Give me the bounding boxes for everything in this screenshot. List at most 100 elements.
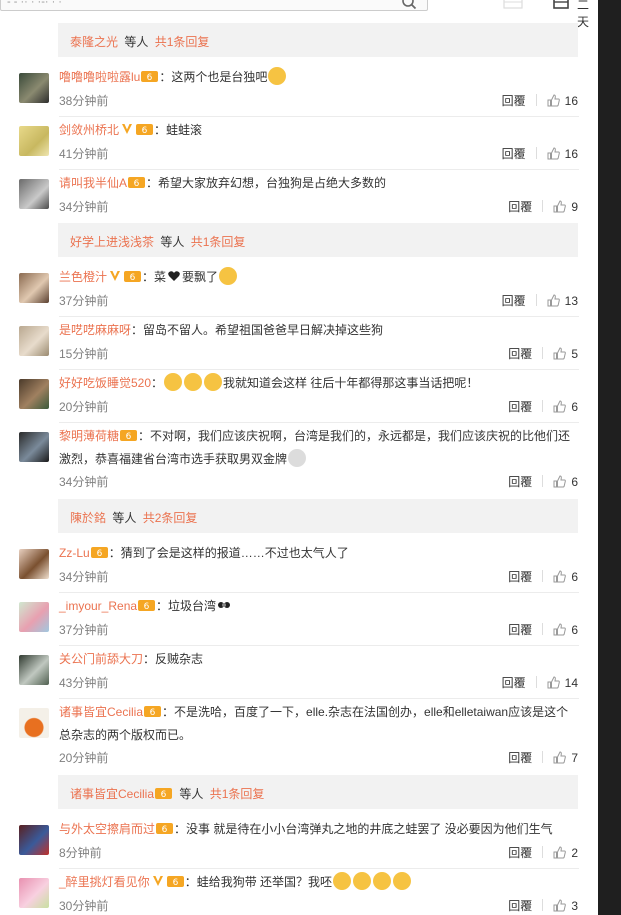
like-icon[interactable] [553,475,567,488]
reply-bar-user[interactable]: 好学上进浅浅茶 [70,235,154,249]
reply-button[interactable]: 回覆 [508,347,532,361]
search-icon[interactable] [401,0,417,10]
like-icon[interactable] [553,846,567,859]
comment-user[interactable]: 好好吃饭睡觉520 [59,376,151,390]
reply-button[interactable]: 回覆 [502,294,526,308]
comment-user[interactable]: 请叫我半仙A [59,176,127,190]
reply-bar-count[interactable]: 共2条回复 [143,511,198,525]
comment-user[interactable]: 剑敛州桥北 [59,123,119,137]
reply-button[interactable]: 回覆 [508,899,532,913]
action-divider [542,570,544,582]
reply-bar-count[interactable]: 共1条回复 [155,35,210,49]
reply-button[interactable]: 回覆 [508,846,532,860]
comment-text-continued: 要飘了 [182,270,219,284]
comment-item: 关公门前舔大刀：反贼杂志 43分钟前 回覆 14 [0,648,598,699]
home-icon[interactable] [551,0,571,10]
comment-user[interactable]: 噜噜噜啦啦露lu [59,70,140,84]
comment-user[interactable]: Zz-Lu [59,546,90,560]
like-icon[interactable] [553,200,567,213]
comment-user[interactable]: 是呓呓麻麻呀 [59,323,131,337]
comment-feed: - - ·· · ·-· · · 二天 泰隆之光 等人 共1条回复 噜噜噜啦啦露… [0,0,598,915]
like-icon[interactable] [553,623,567,636]
search-input[interactable]: - - ·· · ·-· · · [0,0,428,11]
reply-bar-count[interactable]: 共1条回复 [191,235,246,249]
svg-text:6: 6 [134,179,140,189]
top-bar: - - ·· · ·-· · · 二天 [0,0,598,29]
comment-user[interactable]: 黎明薄荷糖 [59,429,119,443]
avatar[interactable] [19,179,49,209]
reply-summary-bar[interactable]: 诸事皆宜Cecilia 6 等人 共1条回复 [58,775,578,809]
comment-divider [59,169,579,170]
svg-text:6: 6 [130,273,136,283]
member-badge-icon: 6 [128,177,146,189]
member-badge-icon: 6 [141,71,159,83]
comment-user[interactable]: 兰色橙汁 [59,270,107,284]
avatar[interactable] [19,655,49,685]
avatar[interactable] [19,708,49,738]
avatar[interactable] [19,602,49,632]
like-count: 9 [571,200,578,214]
avatar[interactable] [19,379,49,409]
svg-text:6: 6 [147,73,153,83]
comment-user[interactable]: _imyour_Rena [59,599,137,613]
reply-button[interactable]: 回覆 [502,147,526,161]
reply-button[interactable]: 回覆 [508,475,532,489]
avatar[interactable] [19,549,49,579]
member-badge-icon: 6 [166,876,184,888]
comment-user[interactable]: _醉里挑灯看见你 [59,875,150,889]
reply-summary-bar[interactable]: 陳於銘 等人 共2条回复 [58,499,578,533]
avatar[interactable] [19,432,49,462]
like-icon[interactable] [553,570,567,583]
reply-button[interactable]: 回覆 [508,200,532,214]
top-right-label[interactable]: 二天 [577,0,598,30]
action-divider [542,846,544,858]
like-icon[interactable] [547,147,560,160]
reply-bar-user[interactable]: 诸事皆宜Cecilia [70,787,154,801]
comment-text: ：希望大家放弃幻想，台独狗是占绝大多数的 [146,176,387,190]
like-icon[interactable] [547,94,560,107]
avatar[interactable] [19,825,49,855]
like-icon[interactable] [553,751,567,764]
avatar[interactable] [19,326,49,356]
action-divider [542,347,544,359]
reply-bar-user[interactable]: 陳於銘 [70,511,106,525]
reply-bar-user[interactable]: 泰隆之光 [70,35,118,49]
reply-button[interactable]: 回覆 [508,623,532,637]
avatar[interactable] [19,878,49,908]
reply-button[interactable]: 回覆 [508,400,532,414]
like-icon[interactable] [553,347,567,360]
avatar[interactable] [19,126,49,156]
comment-time: 30分钟前 [59,899,109,913]
reply-button[interactable]: 回覆 [502,94,526,108]
smile-emoji-icon [219,267,238,285]
grid-icon[interactable] [502,0,524,10]
reply-summary-bar[interactable]: 好学上进浅浅茶 等人 共1条回复 [58,223,578,257]
like-icon[interactable] [553,400,567,413]
svg-text:6: 6 [96,549,102,559]
reply-button[interactable]: 回覆 [508,751,532,765]
avatar[interactable] [19,273,49,303]
panda-emoji-icon [218,602,231,608]
member-badge-icon: 6 [120,430,138,442]
comment-user[interactable]: 关公门前舔大刀 [59,652,143,666]
reply-button[interactable]: 回覆 [502,676,526,690]
reply-bar-count[interactable]: 共1条回复 [210,787,265,801]
like-icon[interactable] [547,676,560,689]
comment-text: ：不是洗哈，百度了一下，elle.杂志在法国创办，elle和elletaiwan… [162,705,569,719]
like-count: 13 [564,294,578,308]
comment-divider [59,422,579,423]
avatar[interactable] [19,73,49,103]
action-divider [535,294,537,306]
like-count: 16 [564,147,578,161]
reply-button[interactable]: 回覆 [508,570,532,584]
like-count: 16 [564,94,578,108]
reply-summary-bar[interactable]: 泰隆之光 等人 共1条回复 [58,23,578,57]
comment-text: ：这两个也是台独吧 [159,70,268,84]
like-icon[interactable] [547,294,560,307]
comment-time: 20分钟前 [59,751,109,765]
comment-user[interactable]: 与外太空擦肩而过 [59,822,155,836]
comment-user[interactable]: 诸事皆宜Cecilia [59,705,143,719]
like-icon[interactable] [553,899,567,912]
comment-text: ：不对啊，我们应该庆祝啊，台湾是我们的，永远都是，我们应该庆祝的比他们还 [138,429,571,443]
comment-divider [59,645,579,646]
